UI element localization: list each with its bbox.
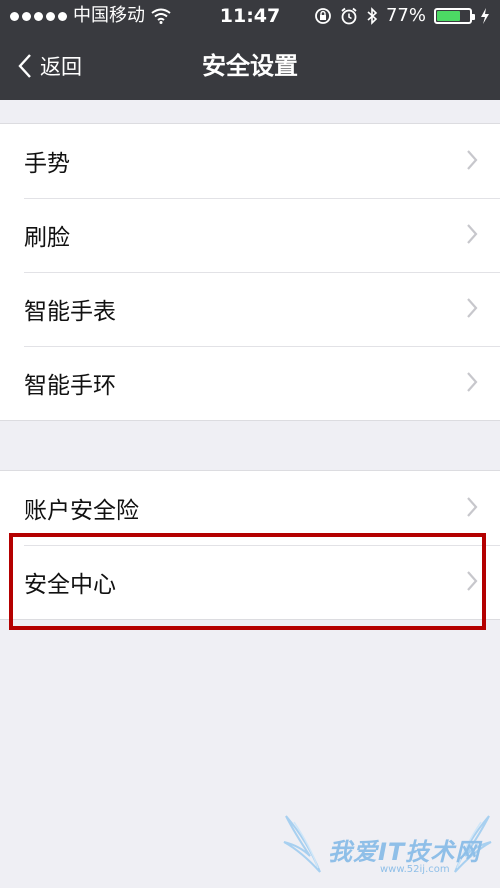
status-bar: 中国移动 11:47 77% [0,0,500,32]
list-item-label: 智能手环 [24,373,116,399]
nav-bar: 返回 安全设置 [0,32,500,100]
highlight-annotation-box [9,533,486,630]
list-item-label: 账户安全险 [24,498,139,524]
list-item-label: 智能手表 [24,299,116,325]
watermark-text: 我爱IT技术网 [328,838,481,866]
list-item-smartwatch[interactable]: 智能手表 [0,272,500,346]
list-item-gesture[interactable]: 手势 [0,124,500,198]
battery-percent: 77% [385,5,426,26]
chevron-right-icon [467,372,478,392]
alarm-icon [341,7,357,25]
chevron-right-icon [467,298,478,318]
top-bar: 中国移动 11:47 77% 返回 安全设置 [0,0,500,100]
status-right: 77% [314,0,490,32]
settings-group-1: 手势 刷脸 智能手表 智能手环 [0,123,500,421]
chevron-right-icon [467,150,478,170]
list-item-smartband[interactable]: 智能手环 [0,346,500,420]
list-item-label: 手势 [24,151,70,177]
rotation-lock-icon [315,8,331,24]
chevron-right-icon [467,497,478,517]
charging-icon [481,8,489,24]
list-item-label: 刷脸 [24,225,70,251]
chevron-right-icon [467,224,478,244]
page-title: 安全设置 [202,52,298,80]
watermark: 我爱IT技术网 www.52ij.com [280,812,495,888]
battery-level [437,11,461,21]
battery-icon [434,8,475,24]
bluetooth-icon [367,7,378,25]
list-item-face[interactable]: 刷脸 [0,198,500,272]
watermark-url: www.52ij.com [380,864,450,875]
